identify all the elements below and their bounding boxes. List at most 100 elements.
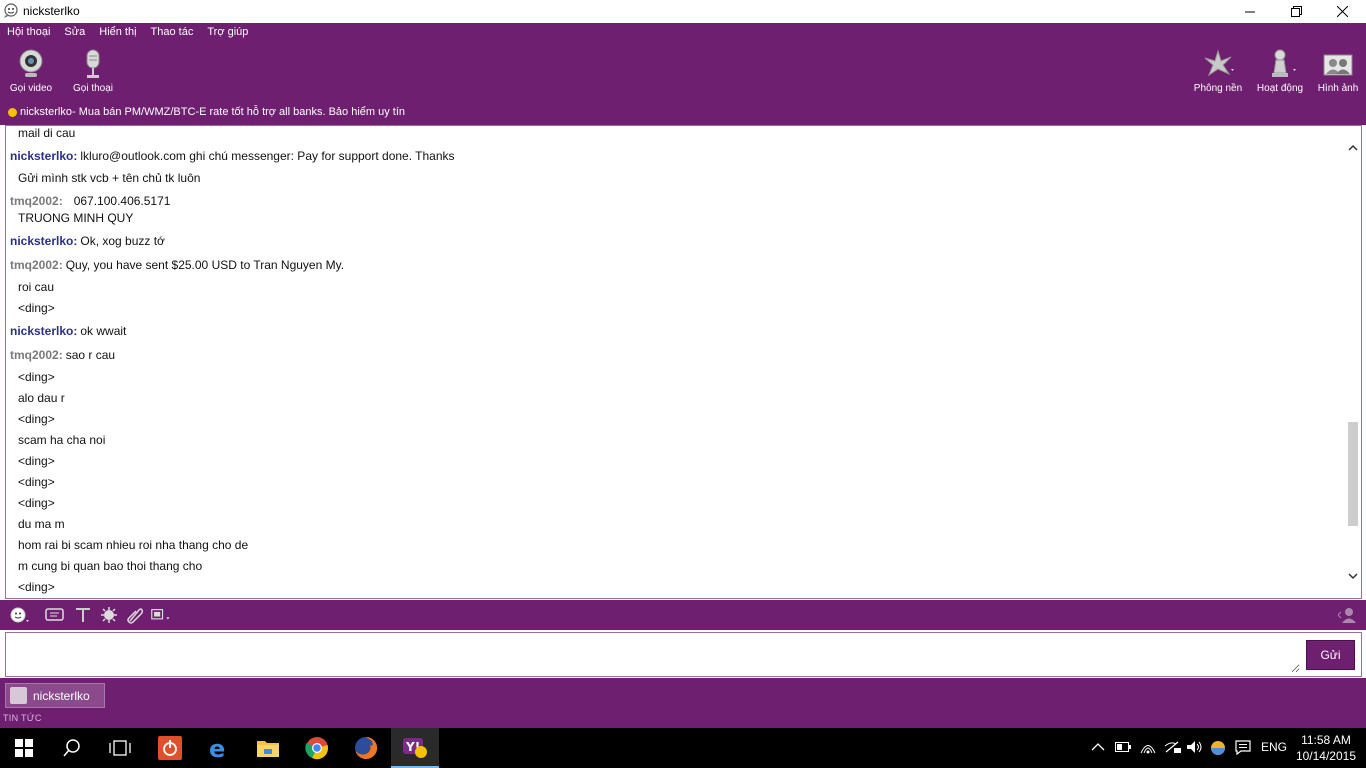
restore-button[interactable] [1273,0,1319,23]
message-line: TRUONG MINH QUY [18,211,134,225]
message-line: Gửi mình stk vcb + tên chủ tk luôn [18,171,201,185]
taskbar-app-explorer[interactable] [244,728,292,768]
taskbar-app-firefox[interactable] [342,728,390,768]
windows-logo-icon [15,739,33,757]
clock-time: 11:58 AM [1301,733,1351,747]
contact-avatar-icon [10,687,27,704]
action-center-icon[interactable] [1235,740,1251,755]
start-button[interactable] [0,728,48,768]
message-line: tmq2002: 067.100.406.5171 [6,194,170,208]
news-ticker-label[interactable]: TIN TỨC [3,713,42,723]
taskbar-app-chrome[interactable] [293,728,341,768]
menu-conversation[interactable]: Hội thoại [0,23,57,43]
send-button[interactable]: Gửi [1306,640,1355,670]
message-line: tmq2002: Quy, you have sent $25.00 USD to… [6,258,344,272]
message-text: lkluro@outlook.com ghi chú messenger: Pa… [80,149,455,163]
minimize-icon [1245,11,1255,12]
message-text: Quy, you have sent $25.00 USD to Tran Ng… [65,258,345,272]
buzz-icon[interactable] [99,606,119,624]
message-line: <ding> [18,475,55,489]
message-text: 067.100.406.5171 [73,194,171,208]
app-tray-icon[interactable] [1210,740,1226,756]
message-line: <ding> [18,412,55,426]
yahoo-messenger-icon [4,3,18,18]
message-line: <ding> [18,454,55,468]
message-sender: nicksterlko: [10,234,78,248]
audible-icon[interactable] [45,606,65,624]
volume-icon[interactable] [1186,740,1204,754]
minimize-button[interactable] [1227,0,1273,23]
message-sender: tmq2002: [10,348,63,362]
taskbar-app-power[interactable] [146,728,194,768]
menu-edit[interactable]: Sửa [57,23,92,43]
scroll-down-icon[interactable] [1347,570,1359,582]
message-text: sao r cau [65,348,116,362]
photos-button[interactable]: Hình ảnh [1314,47,1362,94]
menu-help[interactable]: Trợ giúp [200,23,255,43]
input-language-indicator[interactable]: ENG [1261,740,1287,754]
message-line: nicksterlko: lkluro@outlook.com ghi chú m… [6,149,455,163]
message-line: alo dau r [18,391,65,405]
message-sender: tmq2002: [10,258,63,272]
message-line: nicksterlko: ok wwait [6,324,126,338]
chrome-browser-icon [305,737,328,760]
emoticon-icon[interactable] [10,606,30,624]
text-format-icon[interactable] [73,606,93,624]
video-call-label: Gọi video [9,83,53,94]
message-line: hom rai bi scam nhieu roi nha thang cho … [18,538,249,552]
activity-button[interactable]: Hoạt động [1254,47,1306,94]
chat-transcript[interactable]: mail di cau nicksterlko: lkluro@outlook.c… [5,125,1362,599]
taskbar-app-yahoo-messenger[interactable]: Y! [391,728,439,768]
message-line: du ma m [18,517,65,531]
search-button[interactable] [48,728,96,768]
firefox-browser-icon [355,736,378,759]
voice-call-button[interactable]: Gọi thoại [70,47,116,94]
chat-scrollbar[interactable] [1345,126,1361,598]
video-call-button[interactable]: Gọi video [8,47,54,94]
message-sender: tmq2002: [10,194,63,208]
task-view-button[interactable] [96,728,144,768]
attach-file-icon[interactable] [125,606,145,624]
format-toolbar [0,600,1366,630]
clock-date: 10/14/2015 [1295,749,1356,763]
window-title: nicksterlko [23,4,80,18]
message-line: <ding> [18,301,55,315]
conversation-tab-label: nicksterlko [33,688,90,703]
contact-panel-icon[interactable] [1338,606,1358,624]
webcam-icon [19,49,43,77]
taskbar-app-edge[interactable]: e [195,728,243,768]
battery-icon[interactable] [1115,742,1131,752]
app-header: Hội thoại Sửa Hiển thị Thao tác Trợ giúp… [0,23,1366,125]
message-line: m cung bi quan bao thoi thang cho [18,559,203,573]
menu-bar: Hội thoại Sửa Hiển thị Thao tác Trợ giúp [0,23,255,43]
menu-actions[interactable]: Thao tác [144,23,201,43]
contact-name: nicksterlko [20,106,72,118]
background-button[interactable]: Phông nền [1192,47,1244,94]
restore-icon [1290,6,1302,17]
contact-status-line: nicksterlko - Mua bán PM/WMZ/BTC-E rate … [0,103,405,121]
photos-label: Hình ảnh [1317,83,1359,94]
scroll-up-icon[interactable] [1347,142,1359,154]
message-line: <ding> [18,580,55,594]
share-more-icon[interactable] [151,606,171,624]
taskbar-clock[interactable]: 11:58 AM 10/14/2015 [1296,732,1356,764]
flower-background-icon [1204,49,1234,77]
search-icon [63,739,80,757]
message-line: roi cau [18,280,55,294]
photo-sharing-icon [1323,54,1353,76]
chess-piece-icon [1272,49,1296,77]
message-line: nicksterlko: Ok, xog buzz tớ [6,234,165,248]
show-hidden-icons-icon[interactable] [1091,742,1105,752]
online-status-icon [8,107,17,117]
message-input[interactable] [10,635,1300,673]
message-sender: nicksterlko: [10,149,78,163]
power-app-icon [158,736,182,760]
close-button[interactable] [1319,0,1365,23]
message-text: ok wwait [80,324,127,338]
menu-view[interactable]: Hiển thị [92,23,143,43]
conversation-tab[interactable]: nicksterlko [5,683,105,708]
network-icon[interactable] [1164,740,1182,754]
wifi-icon[interactable] [1140,740,1156,754]
scrollbar-thumb[interactable] [1348,422,1358,526]
voice-call-label: Gọi thoại [72,83,114,94]
